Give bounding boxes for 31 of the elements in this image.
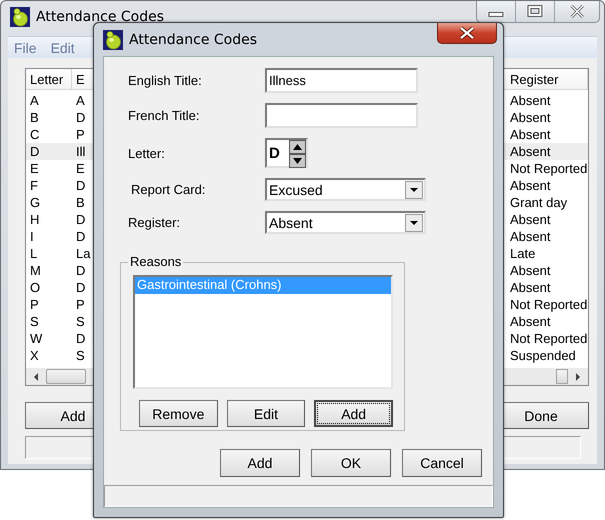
field-label: Letter:	[128, 146, 166, 160]
column-header[interactable]: Letter	[26, 69, 72, 89]
scroll-thumb[interactable]	[46, 369, 86, 384]
text-field[interactable]	[265, 103, 418, 128]
button[interactable]: Cancel	[402, 449, 482, 478]
list-row[interactable]: W D Not Reported	[26, 330, 588, 347]
button[interactable]: Remove	[139, 400, 218, 427]
field-label: French Title:	[128, 108, 201, 123]
scroll-thumb[interactable]	[556, 369, 568, 384]
menu-item[interactable]: File	[14, 40, 37, 55]
field-label: Register:	[128, 215, 182, 230]
button[interactable]: OK	[311, 449, 391, 478]
button[interactable]: Add	[220, 449, 300, 478]
dropdown[interactable]: Excused	[265, 178, 426, 201]
close-icon	[458, 26, 476, 40]
field-label: English Title:	[128, 73, 203, 88]
button[interactable]: Edit	[226, 400, 306, 427]
fruit-icon	[103, 30, 123, 50]
close-button[interactable]	[437, 23, 497, 44]
group-title: Reasons	[128, 254, 184, 269]
right-arrow-icon[interactable]	[574, 372, 582, 382]
window-title: Attendance Codes	[36, 8, 164, 24]
field-label: Report Card:	[130, 182, 206, 197]
fruit-icon	[10, 6, 30, 26]
button[interactable]: Add	[314, 400, 393, 427]
dialog-title: Attendance Codes	[129, 32, 258, 48]
text-field[interactable]: Illness	[265, 68, 418, 93]
menu-item[interactable]: Edit	[50, 40, 75, 55]
dropdown[interactable]: Absent	[265, 211, 426, 234]
letter-spinner[interactable]: D	[265, 138, 308, 168]
left-arrow-icon[interactable]	[32, 372, 40, 382]
